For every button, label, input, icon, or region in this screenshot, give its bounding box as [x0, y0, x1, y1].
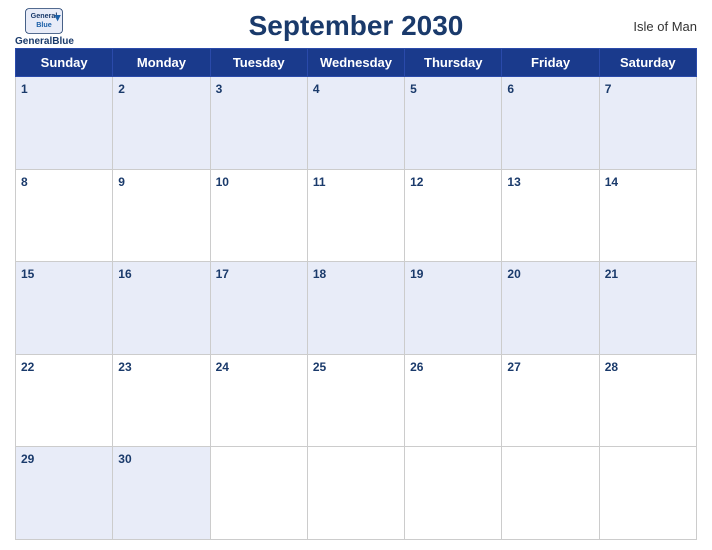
calendar-cell: 1 [16, 77, 113, 170]
weekday-header-friday: Friday [502, 49, 599, 77]
day-number: 30 [118, 452, 131, 466]
day-number: 2 [118, 82, 125, 96]
weekday-header-tuesday: Tuesday [210, 49, 307, 77]
day-number: 7 [605, 82, 612, 96]
calendar-cell: 14 [599, 169, 696, 262]
calendar-cell: 13 [502, 169, 599, 262]
weekday-header-saturday: Saturday [599, 49, 696, 77]
calendar-cell: 12 [405, 169, 502, 262]
week-row-1: 1 2 3 4 5 6 7 [16, 77, 697, 170]
day-number: 21 [605, 267, 618, 281]
calendar-cell: 2 [113, 77, 210, 170]
calendar-cell: 4 [307, 77, 404, 170]
day-number: 14 [605, 175, 618, 189]
day-number: 10 [216, 175, 229, 189]
svg-text:General: General [31, 11, 58, 20]
calendar-cell: 15 [16, 262, 113, 355]
day-number: 3 [216, 82, 223, 96]
week-row-5: 29 30 [16, 447, 697, 540]
day-number: 4 [313, 82, 320, 96]
day-number: 28 [605, 360, 618, 374]
weekday-header-sunday: Sunday [16, 49, 113, 77]
generalblue-logo: General Blue GeneralBlue [15, 6, 74, 47]
day-number: 27 [507, 360, 520, 374]
calendar-cell: 6 [502, 77, 599, 170]
calendar-cell: 7 [599, 77, 696, 170]
calendar-cell: 18 [307, 262, 404, 355]
calendar-cell: 16 [113, 262, 210, 355]
calendar-cell: 8 [16, 169, 113, 262]
calendar-cell: 26 [405, 354, 502, 447]
calendar-cell: 27 [502, 354, 599, 447]
calendar-cell: 20 [502, 262, 599, 355]
weekday-header-row: SundayMondayTuesdayWednesdayThursdayFrid… [16, 49, 697, 77]
calendar-cell [599, 447, 696, 540]
calendar-table: SundayMondayTuesdayWednesdayThursdayFrid… [15, 48, 697, 540]
calendar-cell: 23 [113, 354, 210, 447]
calendar-cell [307, 447, 404, 540]
day-number: 15 [21, 267, 34, 281]
weekday-header-monday: Monday [113, 49, 210, 77]
day-number: 24 [216, 360, 229, 374]
calendar-cell: 17 [210, 262, 307, 355]
week-row-2: 8 9 10 11 12 13 14 [16, 169, 697, 262]
calendar-cell [405, 447, 502, 540]
calendar-cell: 19 [405, 262, 502, 355]
calendar-header: General Blue GeneralBlue September 2030 … [15, 10, 697, 42]
day-number: 26 [410, 360, 423, 374]
calendar-cell: 30 [113, 447, 210, 540]
week-row-4: 22 23 24 25 26 27 28 [16, 354, 697, 447]
calendar-cell: 11 [307, 169, 404, 262]
calendar-cell: 22 [16, 354, 113, 447]
logo-text: GeneralBlue [15, 36, 74, 47]
day-number: 6 [507, 82, 514, 96]
calendar-title: September 2030 [249, 10, 464, 42]
day-number: 29 [21, 452, 34, 466]
weekday-header-wednesday: Wednesday [307, 49, 404, 77]
calendar-cell: 5 [405, 77, 502, 170]
day-number: 23 [118, 360, 131, 374]
day-number: 5 [410, 82, 417, 96]
day-number: 1 [21, 82, 28, 96]
day-number: 8 [21, 175, 28, 189]
svg-text:Blue: Blue [37, 20, 53, 29]
calendar-cell: 25 [307, 354, 404, 447]
day-number: 9 [118, 175, 125, 189]
day-number: 19 [410, 267, 423, 281]
day-number: 17 [216, 267, 229, 281]
region-label: Isle of Man [633, 19, 697, 34]
week-row-3: 15 16 17 18 19 20 21 [16, 262, 697, 355]
calendar-cell: 29 [16, 447, 113, 540]
calendar-cell [502, 447, 599, 540]
day-number: 22 [21, 360, 34, 374]
calendar-cell: 10 [210, 169, 307, 262]
day-number: 13 [507, 175, 520, 189]
day-number: 11 [313, 175, 326, 189]
calendar-cell: 3 [210, 77, 307, 170]
calendar-cell [210, 447, 307, 540]
weekday-header-thursday: Thursday [405, 49, 502, 77]
calendar-cell: 9 [113, 169, 210, 262]
day-number: 25 [313, 360, 326, 374]
calendar-cell: 28 [599, 354, 696, 447]
day-number: 16 [118, 267, 131, 281]
calendar-cell: 21 [599, 262, 696, 355]
day-number: 12 [410, 175, 423, 189]
calendar-cell: 24 [210, 354, 307, 447]
day-number: 20 [507, 267, 520, 281]
day-number: 18 [313, 267, 326, 281]
